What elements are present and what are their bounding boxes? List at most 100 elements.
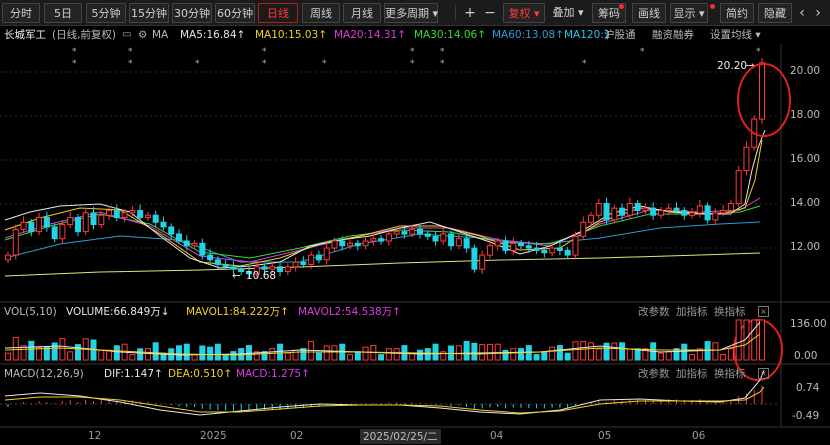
- volume-bar: [720, 354, 727, 361]
- ma120-line: [4, 252, 761, 277]
- date-tick: 02: [290, 430, 304, 442]
- volume-bar: [471, 342, 478, 361]
- candle-body: [269, 266, 276, 270]
- candle-body: [556, 247, 563, 251]
- volume-bar: [183, 343, 190, 361]
- macd-text: MACD:1.275: [236, 368, 302, 380]
- candle-body: [300, 261, 307, 265]
- volume-bar: [59, 338, 66, 361]
- vol-switch-indicator-button[interactable]: 换指标: [714, 304, 746, 320]
- date-cursor-label: 2025/02/25/二: [360, 429, 441, 444]
- macd-value: MACD:1.275↑: [236, 366, 310, 382]
- volume-tick: 136.00: [790, 318, 827, 330]
- macd-add-indicator-button[interactable]: 加指标: [676, 366, 708, 382]
- volume-bar: [12, 337, 19, 361]
- candle-body: [502, 240, 509, 251]
- candle-body: [572, 235, 579, 256]
- candle-body: [362, 240, 369, 247]
- volume-bar: [416, 349, 423, 361]
- volume-bar: [43, 346, 50, 361]
- candle-body: [98, 214, 105, 226]
- candle-body: [735, 170, 742, 204]
- volume-bar: [137, 348, 144, 361]
- macd-switch-indicator-button[interactable]: 换指标: [714, 366, 746, 382]
- date-tick: 2025: [200, 430, 227, 442]
- candle-body: [580, 221, 587, 237]
- svg-text:*: *: [262, 47, 267, 57]
- volume-bar: [619, 342, 626, 361]
- macd-change-params-button[interactable]: 改参数: [638, 366, 670, 382]
- candle-body: [160, 221, 167, 228]
- candle-body: [712, 212, 719, 221]
- candle-body: [518, 242, 525, 247]
- candle-body: [90, 212, 97, 226]
- mavol1-text: MAVOL1:84.222万: [186, 306, 281, 318]
- candle-body: [106, 210, 113, 216]
- candle-body: [152, 214, 159, 223]
- volume-bar: [533, 354, 540, 361]
- candle-body: [339, 240, 346, 247]
- macd-tick: -0.49: [792, 410, 820, 422]
- svg-text:*: *: [756, 47, 761, 57]
- volume-value: VOLUME:66.849万↓: [66, 304, 170, 320]
- volume-bar: [759, 319, 765, 361]
- close-icon[interactable]: ×: [758, 306, 769, 317]
- volume-bar: [611, 342, 618, 361]
- volume-bar: [518, 348, 525, 361]
- candle-body: [455, 238, 462, 247]
- volume-bar: [463, 340, 470, 361]
- volume-bar: [152, 342, 159, 361]
- candle-body: [74, 217, 81, 233]
- svg-text:*: *: [440, 59, 445, 69]
- date-tick: 06: [692, 430, 706, 442]
- candle-body: [634, 202, 641, 212]
- volume-bar: [51, 342, 58, 361]
- volume-bar: [222, 354, 229, 361]
- candle-body: [176, 233, 183, 242]
- volume-bar: [393, 348, 400, 361]
- volume-bar: [502, 349, 509, 361]
- volume-bar: [556, 345, 563, 361]
- svg-text:*: *: [128, 47, 133, 57]
- candle-body: [277, 266, 284, 273]
- volume-bar: [230, 351, 237, 361]
- candle-body: [261, 266, 268, 270]
- candle-body: [696, 205, 703, 214]
- candle-body: [681, 210, 688, 216]
- volume-bar: [347, 354, 354, 361]
- volume-bar: [572, 341, 579, 361]
- svg-text:*: *: [440, 47, 445, 57]
- candle-body: [463, 238, 470, 249]
- volume-bar: [432, 343, 439, 361]
- candle-body: [673, 207, 680, 212]
- candle-body: [315, 254, 322, 261]
- candle-body: [347, 242, 354, 247]
- candle-body: [549, 247, 556, 254]
- candlesticks: [5, 58, 765, 279]
- arrow-up-icon: ↑: [223, 368, 233, 380]
- candle-body: [113, 210, 120, 219]
- candle-body: [657, 210, 664, 216]
- volume-bar: [113, 345, 120, 361]
- candle-body: [595, 202, 602, 216]
- arrow-up-icon: ↑: [301, 368, 310, 380]
- candle-body: [144, 214, 151, 219]
- candle-body: [168, 226, 175, 235]
- candle-body: [183, 240, 190, 247]
- candle-body: [199, 242, 206, 256]
- close-icon[interactable]: ×: [758, 368, 769, 379]
- volume-bar: [564, 352, 571, 361]
- candle-body: [743, 146, 750, 172]
- volume-bar: [269, 348, 276, 361]
- vol-add-indicator-button[interactable]: 加指标: [676, 304, 708, 320]
- candle-body: [759, 62, 765, 120]
- macd-tick: 0.74: [796, 382, 820, 394]
- candle-body: [525, 245, 532, 249]
- candle-body: [432, 235, 439, 242]
- volume-bar: [626, 348, 633, 361]
- ma10-line: [4, 139, 763, 267]
- volume-bar: [362, 346, 369, 361]
- candle-body: [541, 249, 548, 254]
- vol-change-params-button[interactable]: 改参数: [638, 304, 670, 320]
- volume-bar: [5, 352, 11, 361]
